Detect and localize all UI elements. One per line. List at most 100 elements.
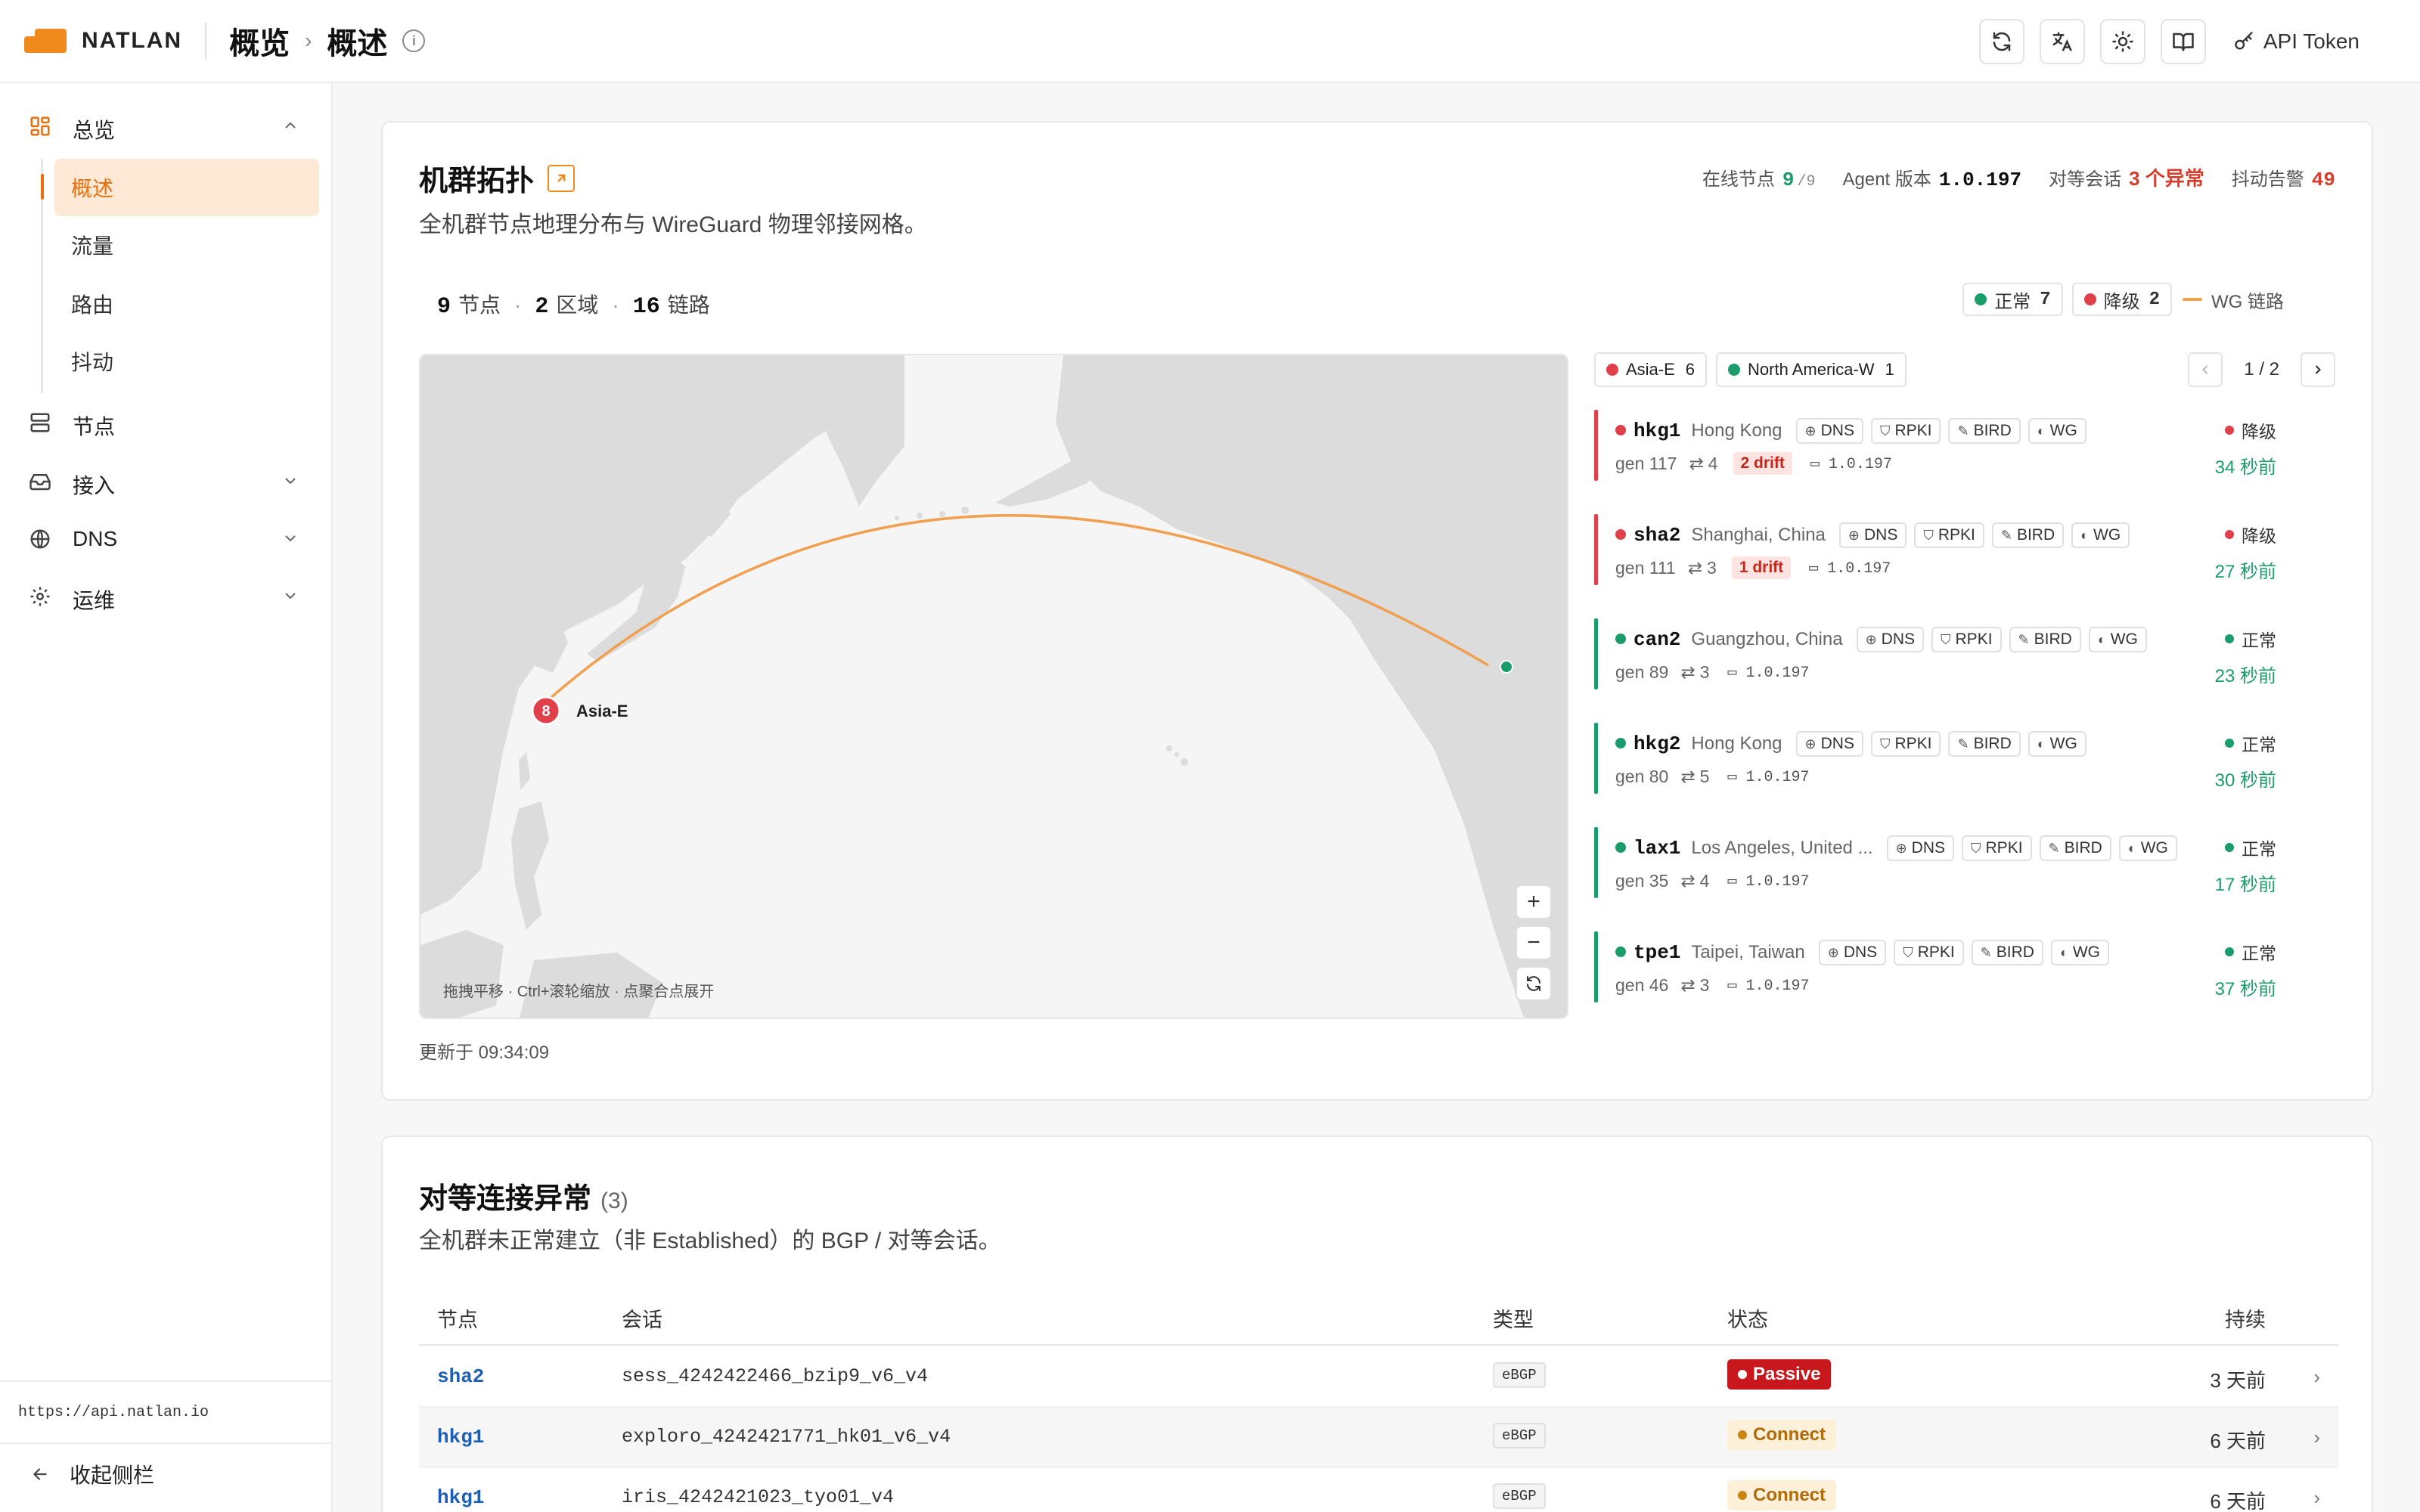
language-button[interactable] <box>2039 19 2085 64</box>
peers-icon: ⇄ <box>1680 766 1696 786</box>
node-location: Shanghai, China <box>1691 525 1826 545</box>
api-url: https://api.natlan.io <box>0 1380 333 1444</box>
status-text: 正常 <box>2242 631 2276 650</box>
docs-button[interactable] <box>2160 19 2206 64</box>
sidebar-item-nodes[interactable]: 节点 <box>0 396 333 449</box>
reset-view-button[interactable] <box>1516 966 1552 1001</box>
table-row[interactable]: sha2 sess_4242422466_bzip9_v6_v4 eBGP Pa… <box>419 1347 2338 1408</box>
api-token-button[interactable]: API Token <box>2233 29 2360 54</box>
tag-wg: ◐ WG <box>2118 835 2177 861</box>
refresh-icon <box>1527 976 1540 991</box>
col-state[interactable]: 状态 <box>1727 1303 1768 1333</box>
breadcrumb-root[interactable]: 概览 <box>229 19 290 63</box>
node-status: 正常 <box>2225 939 2276 965</box>
status-dot <box>1615 529 1626 540</box>
sidebar-group-ops[interactable]: 运维 <box>0 570 333 623</box>
region-tab-north-america-w[interactable]: North America-W 1 <box>1716 352 1907 387</box>
version-text: 1.0.197 <box>1745 769 1810 786</box>
tag-label: BIRD <box>2034 631 2072 648</box>
stat-total: /9 <box>1797 173 1816 191</box>
legend-degraded[interactable]: 降级 2 <box>2071 283 2172 316</box>
node-name[interactable]: tpe1 <box>1634 941 1680 964</box>
chevron-right-icon[interactable]: › <box>2313 1486 2320 1510</box>
node-name[interactable]: can2 <box>1634 628 1680 651</box>
topology-map[interactable]: 8 Asia-E 拖拽平移 · Ctrl+滚轮缩放 · 点聚合点展开 + − <box>419 354 1568 1019</box>
tag-label: DNS <box>1881 631 1916 648</box>
node-card[interactable]: lax1 Los Angeles, United ... ⊕ DNS ⛉ RPKI ✎ B… <box>1594 827 2328 912</box>
col-node[interactable]: 节点 <box>437 1303 478 1333</box>
chevron-right-icon[interactable]: › <box>2313 1365 2320 1389</box>
tag-rpki: ⛉ RPKI <box>1870 731 1941 757</box>
node-card[interactable]: hkg2 Hong Kong ⊕ DNS ⛉ RPKI ✎ BIRD ◐ WG gen 80 … <box>1594 723 2328 807</box>
chevron-down-icon <box>285 535 296 542</box>
stat-value: 1.0.197 <box>1938 169 2022 191</box>
zoom-out-button[interactable]: − <box>1516 925 1552 960</box>
chevron-right-icon[interactable]: › <box>2313 1426 2320 1449</box>
node-peers: 4 <box>1699 870 1710 891</box>
stat-online-nodes: 在线节点 9 /9 <box>1702 164 1816 191</box>
region-tab-asia-e[interactable]: Asia-E 6 <box>1594 352 1708 387</box>
version-text: 1.0.197 <box>1745 978 1810 995</box>
node-card[interactable]: sha2 Shanghai, China ⊕ DNS ⛉ RPKI ✎ BIRD ◐ WG g… <box>1594 514 2328 599</box>
tag-label: DNS <box>1843 943 1878 961</box>
tag-bird: ✎ BIRD <box>2009 627 2081 652</box>
table-row[interactable]: hkg1 exploro_4242421771_hk01_v6_v4 eBGP … <box>419 1408 2338 1468</box>
sidebar-item-overview[interactable]: 概述 <box>54 159 319 216</box>
row-node[interactable]: sha2 <box>437 1365 484 1388</box>
node-name[interactable]: sha2 <box>1634 524 1680 547</box>
legend-ok[interactable]: 正常 7 <box>1962 283 2063 316</box>
col-session[interactable]: 会话 <box>622 1303 662 1333</box>
node-status-bar <box>1594 410 1598 481</box>
prev-page-button[interactable] <box>2188 352 2223 387</box>
refresh-button[interactable] <box>1978 19 2024 64</box>
node-location: Hong Kong <box>1691 420 1782 441</box>
tag-label: RPKI <box>1894 422 1932 439</box>
external-link-icon[interactable] <box>548 164 576 192</box>
node-meta: gen 46 ⇄ 3 ▭ 1.0.197 <box>1615 972 1810 998</box>
row-state-badge: Connect <box>1727 1420 1836 1450</box>
row-session: sess_4242422466_bzip9_v6_v4 <box>622 1365 929 1387</box>
row-node[interactable]: hkg1 <box>437 1426 484 1448</box>
node-card[interactable]: can2 Guangzhou, China ⊕ DNS ⛉ RPKI ✎ BIRD ◐ WG … <box>1594 618 2328 703</box>
summary-links-label: 链路 <box>667 293 710 317</box>
node-name[interactable]: lax1 <box>1634 837 1680 860</box>
col-duration[interactable]: 持续 <box>2225 1303 2266 1333</box>
node-peers: 3 <box>1699 662 1710 682</box>
row-node[interactable]: hkg1 <box>437 1486 484 1509</box>
sidebar-group-access[interactable]: 接入 <box>0 455 333 508</box>
topology-stats: 在线节点 9 /9 Agent 版本 1.0.197 对等会话 3 个异常 抖动… <box>1675 163 2335 191</box>
sidebar-item-routes[interactable]: 路由 <box>54 275 319 333</box>
node-card[interactable]: hkg1 Hong Kong ⊕ DNS ⛉ RPKI ✎ BIRD ◐ WG gen 117… <box>1594 410 2328 494</box>
sidebar-group-overview[interactable]: 总览 <box>0 100 333 153</box>
region-name: North America-W <box>1748 360 1875 379</box>
info-icon[interactable]: i <box>402 29 426 52</box>
sidebar-item-traffic[interactable]: 流量 <box>54 216 319 274</box>
row-duration: 3 天前 <box>2210 1369 2266 1392</box>
node-meta: gen 89 ⇄ 3 ▭ 1.0.197 <box>1615 659 1810 685</box>
peer-anomalies-title: 对等连接异常 (3) <box>419 1175 628 1216</box>
col-type[interactable]: 类型 <box>1493 1303 1534 1333</box>
zoom-in-button[interactable]: + <box>1516 885 1552 919</box>
node-card[interactable]: tpe1 Taipei, Taiwan ⊕ DNS ⛉ RPKI ✎ BIRD ◐ WG ge… <box>1594 931 2328 1016</box>
collapse-sidebar-button[interactable]: 收起侧栏 <box>0 1452 333 1497</box>
node-status: 正常 <box>2225 626 2276 652</box>
tag-dns: ⊕ DNS <box>1886 835 1955 861</box>
stat-agent-version: Agent 版本 1.0.197 <box>1842 164 2021 191</box>
table-row[interactable]: hkg1 iris_4242421023_tyo01_v4 eBGP Conne… <box>419 1468 2338 1512</box>
page-indicator: 1 / 2 <box>2244 359 2279 380</box>
status-dot <box>2225 843 2234 852</box>
tag-dns: ⊕ DNS <box>1795 418 1863 444</box>
node-name[interactable]: hkg1 <box>1634 420 1680 442</box>
sidebar-item-jitter[interactable]: 抖动 <box>54 333 319 390</box>
tag-label: BIRD <box>1973 735 2012 752</box>
translate-icon <box>2052 32 2072 51</box>
row-type-badge: eBGP <box>1493 1483 1546 1509</box>
theme-toggle-button[interactable] <box>2099 19 2145 64</box>
node-name[interactable]: hkg2 <box>1634 733 1680 755</box>
header-actions: API Token <box>1978 0 2420 83</box>
next-page-button[interactable] <box>2301 352 2335 387</box>
brand[interactable]: NATLAN <box>24 28 182 54</box>
sidebar-group-dns[interactable]: DNS <box>0 513 333 565</box>
node-marker-lax1[interactable] <box>1500 660 1513 674</box>
status-dot <box>2083 293 2096 305</box>
